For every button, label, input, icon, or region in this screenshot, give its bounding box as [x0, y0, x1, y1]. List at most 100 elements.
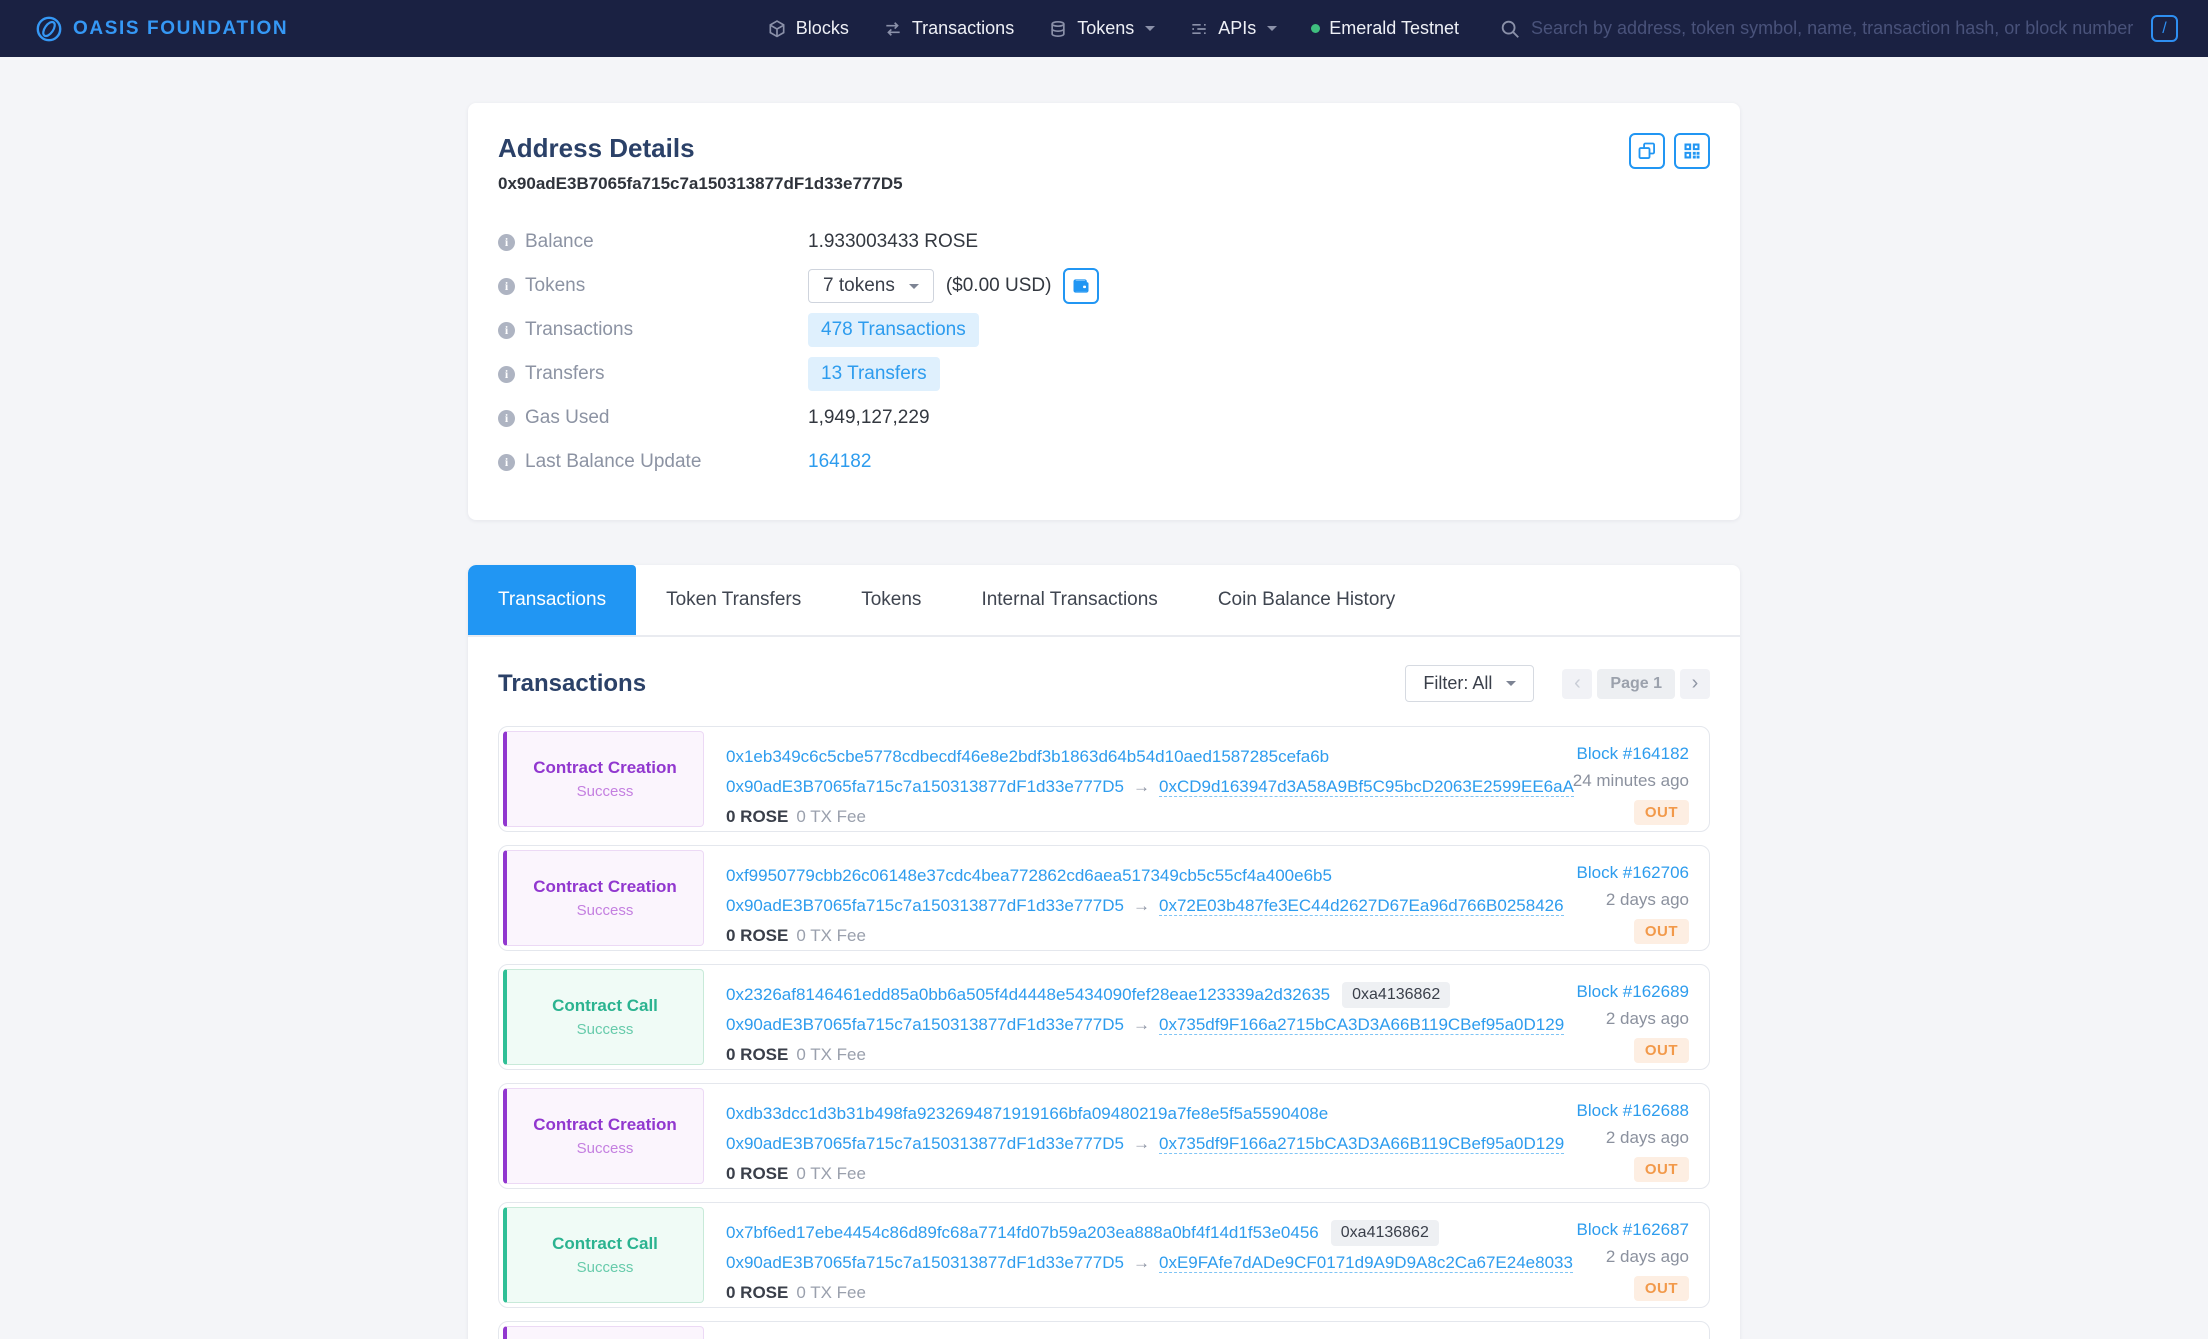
info-icon: [498, 454, 515, 471]
address-details-card: Address Details 0x90adE3B7065fa715c7a150…: [468, 103, 1740, 520]
brand-home-link[interactable]: OASIS FOUNDATION: [36, 16, 288, 42]
tx-status-label: Success: [577, 1021, 634, 1038]
tab-transactions[interactable]: Transactions: [468, 565, 636, 635]
transactions-count-badge[interactable]: 478 Transactions: [808, 313, 979, 347]
info-icon: [498, 234, 515, 251]
nav-label: Tokens: [1077, 18, 1134, 39]
prev-page-button[interactable]: ‹: [1562, 669, 1592, 699]
tx-hash-link[interactable]: 0x7bf6ed17ebe4454c86d89fc68a7714fd07b59a…: [726, 1218, 1319, 1248]
tx-age: 2 days ago: [1577, 1009, 1689, 1029]
tx-block-link[interactable]: Block #162687: [1577, 1220, 1689, 1239]
transaction-row: Contract Creation Success 0xdb33dcc1d3b3…: [498, 1083, 1710, 1189]
tx-block-link[interactable]: Block #164182: [1577, 744, 1689, 763]
swap-arrows-icon: [883, 19, 903, 39]
tx-to-address-link[interactable]: 0xCD9d163947d3A58A9Bf5C95bcD2063E2599EE6…: [1159, 777, 1574, 797]
transactions-label: Transactions: [525, 319, 633, 341]
tx-to-address-link[interactable]: 0x735df9F166a2715bCA3D3A66B119CBef95a0D1…: [1159, 1015, 1564, 1035]
transaction-row: Contract Call Success 0x2326af8146461edd…: [498, 964, 1710, 1070]
wallet-icon: [1071, 276, 1091, 296]
tx-age: 24 minutes ago: [1573, 771, 1689, 791]
arrow-right-icon: →: [1133, 777, 1150, 796]
tx-age: 2 days ago: [1577, 1247, 1689, 1267]
network-status-dot: [1311, 24, 1320, 33]
detail-row-gas-used: Gas Used 1,949,127,229: [498, 396, 1710, 440]
coins-icon: [1048, 19, 1068, 39]
tx-block-link[interactable]: Block #162688: [1577, 1101, 1689, 1120]
network-selector[interactable]: Emerald Testnet: [1311, 18, 1459, 39]
tx-value: 0 ROSE: [726, 1045, 788, 1064]
info-icon: [498, 278, 515, 295]
search-input[interactable]: [1531, 18, 2141, 39]
transfers-count-badge[interactable]: 13 Transfers: [808, 357, 940, 391]
tx-type-label: Contract Call: [552, 996, 658, 1016]
nav-label: Blocks: [796, 18, 849, 39]
tx-block-link[interactable]: Block #162689: [1577, 982, 1689, 1001]
tx-type-label: Contract Creation: [533, 758, 677, 778]
tokens-usd-value: ($0.00 USD): [946, 275, 1052, 297]
tx-from-address: 0x90adE3B7065fa715c7a150313877dF1d33e777…: [726, 777, 1124, 796]
tx-status-label: Success: [577, 1259, 634, 1276]
tx-age: 2 days ago: [1577, 1128, 1689, 1148]
tx-status-label: Success: [577, 1140, 634, 1157]
qr-code-icon: [1682, 141, 1702, 161]
arrow-right-icon: →: [1133, 1134, 1150, 1153]
pagination: ‹ Page 1 ›: [1562, 669, 1710, 699]
brand-text: OASIS FOUNDATION: [73, 18, 288, 40]
tokens-dropdown-value: 7 tokens: [823, 275, 895, 297]
transaction-row: Contract Creation Success 0x1eb349c6c5cb…: [498, 726, 1710, 832]
copy-icon: [1637, 141, 1657, 161]
tx-hash-link[interactable]: 0x1eb349c6c5cbe5778cdbecdf46e8e2bdf3b186…: [726, 742, 1329, 772]
section-title: Transactions: [498, 670, 646, 698]
transaction-row: Contract Call Success 0x7bf6ed17ebe4454c…: [498, 1202, 1710, 1308]
tx-to-address-link[interactable]: 0x72E03b487fe3EC44d2627D67Ea96d766B02584…: [1159, 896, 1564, 916]
tx-to-address-link[interactable]: 0x735df9F166a2715bCA3D3A66B119CBef95a0D1…: [1159, 1134, 1564, 1154]
tx-direction-badge: OUT: [1634, 1157, 1689, 1182]
nav-item-transactions[interactable]: Transactions: [883, 18, 1014, 39]
tx-value: 0 ROSE: [726, 926, 788, 945]
tx-direction-badge: OUT: [1634, 919, 1689, 944]
tx-status-label: Success: [577, 783, 634, 800]
last-balance-update-label: Last Balance Update: [525, 451, 701, 473]
tx-method-badge: 0xa4136862: [1342, 982, 1450, 1008]
tx-to-address-link[interactable]: 0xE9FAfe7dADe9CF0171d9A9D9A8c2Ca67E24e80…: [1159, 1253, 1573, 1273]
filter-dropdown[interactable]: Filter: All: [1405, 665, 1534, 702]
tx-direction-badge: OUT: [1634, 800, 1689, 825]
tx-fee: 0 TX Fee: [796, 1283, 866, 1302]
tx-type-label: Contract Creation: [533, 877, 677, 897]
tx-hash-link[interactable]: 0xf9950779cbb26c06148e37cdc4bea772862cd6…: [726, 861, 1332, 891]
tokens-dropdown[interactable]: 7 tokens: [808, 269, 934, 303]
tx-type-badge: Contract Creation Success: [503, 1326, 704, 1339]
tx-type-badge: Contract Creation Success: [503, 850, 704, 946]
wallet-button[interactable]: [1063, 268, 1099, 304]
tx-hash-link[interactable]: 0x2326af8146461edd85a0bb6a505f4d4448e543…: [726, 980, 1330, 1010]
tx-fee: 0 TX Fee: [796, 1045, 866, 1064]
tab-internal-transactions[interactable]: Internal Transactions: [951, 565, 1187, 635]
tx-type-badge: Contract Creation Success: [503, 1088, 704, 1184]
tx-block-link[interactable]: Block #162706: [1577, 863, 1689, 882]
gas-used-value: 1,949,127,229: [808, 407, 930, 429]
tx-method-badge: 0xa4136862: [1331, 1220, 1439, 1246]
arrow-right-icon: →: [1133, 1015, 1150, 1034]
tab-token-transfers[interactable]: Token Transfers: [636, 565, 831, 635]
nav-label: APIs: [1218, 18, 1256, 39]
tab-tokens[interactable]: Tokens: [831, 565, 951, 635]
info-icon: [498, 410, 515, 427]
transfers-label: Transfers: [525, 363, 605, 385]
detail-row-balance: Balance 1.933003433 ROSE: [498, 220, 1710, 264]
tab-coin-balance-history[interactable]: Coin Balance History: [1188, 565, 1425, 635]
next-page-button[interactable]: ›: [1680, 669, 1710, 699]
tx-fee: 0 TX Fee: [796, 1164, 866, 1183]
last-balance-update-block-link[interactable]: 164182: [808, 451, 871, 473]
detail-row-tokens: Tokens 7 tokens ($0.00 USD): [498, 264, 1710, 308]
transactions-card: Transactions Token Transfers Tokens Inte…: [468, 565, 1740, 1339]
tx-from-address: 0x90adE3B7065fa715c7a150313877dF1d33e777…: [726, 1253, 1124, 1272]
nav-item-blocks[interactable]: Blocks: [767, 18, 849, 39]
tabbar: Transactions Token Transfers Tokens Inte…: [468, 565, 1740, 637]
nav-item-tokens[interactable]: Tokens: [1048, 18, 1155, 39]
filter-label: Filter: All: [1423, 673, 1492, 694]
copy-address-button[interactable]: [1629, 133, 1665, 169]
nav-item-apis[interactable]: APIs: [1189, 18, 1277, 39]
tx-hash-link[interactable]: 0xdb33dcc1d3b31b498fa9232694871919166bfa…: [726, 1099, 1328, 1129]
qr-code-button[interactable]: [1674, 133, 1710, 169]
tx-type-badge: Contract Call Success: [503, 969, 704, 1065]
